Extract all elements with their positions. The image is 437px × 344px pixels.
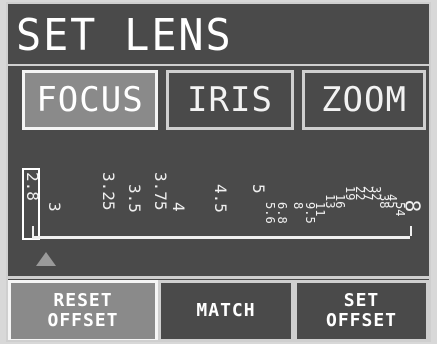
scale-label-5: 5 bbox=[249, 184, 268, 194]
scale-label-3-5: 3.5 bbox=[125, 184, 144, 213]
scale-label-2-8: 2.8 bbox=[23, 172, 42, 201]
title-divider bbox=[8, 64, 429, 66]
position-pointer-icon[interactable] bbox=[36, 252, 56, 266]
scale-tick bbox=[32, 226, 34, 236]
scale-label-3-75: 3.75 bbox=[151, 172, 170, 211]
match-button[interactable]: MATCH bbox=[158, 280, 294, 340]
infinity-label: 8 bbox=[400, 199, 425, 213]
scale-label-6-8: 6.8 bbox=[275, 202, 289, 224]
lens-control-screen: SET LENS FOCUS IRIS ZOOM 2.8 3 3.25 3.5 … bbox=[6, 2, 431, 342]
set-offset-line1: SET bbox=[343, 290, 380, 311]
reset-offset-button[interactable]: RESET OFFSET bbox=[8, 280, 158, 340]
scale-label-3-25: 3.25 bbox=[99, 172, 118, 211]
page-title: SET LENS bbox=[16, 10, 233, 61]
set-offset-line2: OFFSET bbox=[325, 310, 398, 331]
scale-label-4-5: 4.5 bbox=[211, 184, 230, 213]
tab-zoom[interactable]: ZOOM bbox=[302, 70, 426, 130]
bottom-divider bbox=[8, 276, 429, 279]
set-offset-button[interactable]: SET OFFSET bbox=[294, 280, 429, 340]
reset-offset-line1: RESET bbox=[53, 290, 113, 311]
tab-focus[interactable]: FOCUS bbox=[22, 70, 158, 130]
scale-tick bbox=[410, 226, 412, 236]
scale-label-3: 3 bbox=[45, 202, 64, 212]
focus-scale[interactable]: 2.8 3 3.25 3.5 3.75 4 4.5 5 5.6 6.8 8 9.… bbox=[8, 144, 429, 266]
tab-iris[interactable]: IRIS bbox=[166, 70, 294, 130]
scale-label-4: 4 bbox=[169, 202, 188, 212]
reset-offset-line2: OFFSET bbox=[47, 310, 119, 331]
scale-baseline bbox=[32, 236, 410, 239]
